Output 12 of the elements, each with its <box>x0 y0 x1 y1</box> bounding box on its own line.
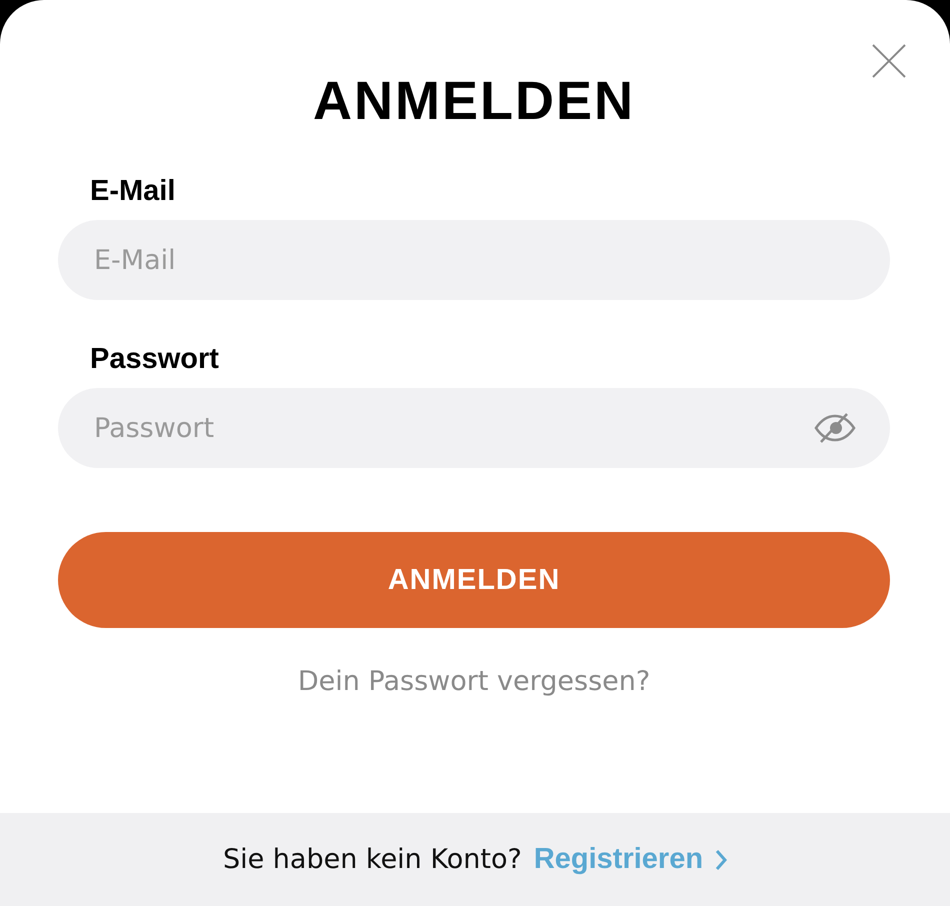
field-label: E-Mail <box>90 174 176 208</box>
input-field[interactable]: E-Mail <box>58 220 890 300</box>
close-icon[interactable] <box>872 44 906 78</box>
login-button[interactable]: ANMELDEN <box>58 532 890 628</box>
footer-text: Sie haben kein Konto? <box>222 844 522 875</box>
chevron-icon <box>715 848 728 870</box>
input-field[interactable]: Passwort <box>58 388 890 468</box>
forgot-password-link[interactable]: Dein Passwort vergessen? <box>298 666 650 697</box>
eye-slash-icon[interactable] <box>814 412 856 444</box>
dialog-title: ANMELDEN <box>312 70 636 133</box>
field-label: Passwort <box>90 342 219 376</box>
register-link[interactable]: Registrieren <box>534 843 704 876</box>
